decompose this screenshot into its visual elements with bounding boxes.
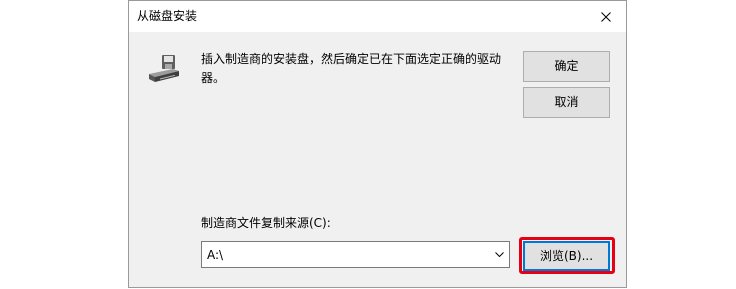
ok-button[interactable]: 确定 [523,51,610,82]
close-button[interactable] [586,1,626,32]
source-path-input[interactable] [202,242,489,267]
source-label: 制造商文件复制来源(C): [201,216,331,230]
install-from-disk-dialog: 从磁盘安装 插入制造商的安装盘，然后确定已在下面选定正确的驱动器。 确定 取消 … [128,0,627,288]
source-path-combobox[interactable] [201,241,510,268]
title-bar[interactable]: 从磁盘安装 [129,1,626,32]
dialog-title: 从磁盘安装 [137,9,198,23]
dialog-body: 插入制造商的安装盘，然后确定已在下面选定正确的驱动器。 确定 取消 制造商文件复… [129,32,626,287]
disk-drive [149,69,179,82]
chevron-down-icon[interactable] [494,252,504,257]
screenshot-canvas: 从磁盘安装 插入制造商的安装盘，然后确定已在下面选定正确的驱动器。 确定 取消 … [0,0,736,289]
dropdown-button[interactable] [489,242,509,267]
floppy-drive-icon [149,55,179,82]
cancel-button[interactable]: 取消 [523,87,610,118]
chevron-stroke [494,252,504,257]
floppy-disk [162,55,175,69]
instruction-text: 插入制造商的安装盘，然后确定已在下面选定正确的驱动器。 [201,52,502,85]
browse-button[interactable]: 浏览(B)... [523,241,610,271]
close-icon[interactable] [601,11,611,22]
close-icon-stroke [601,11,611,22]
